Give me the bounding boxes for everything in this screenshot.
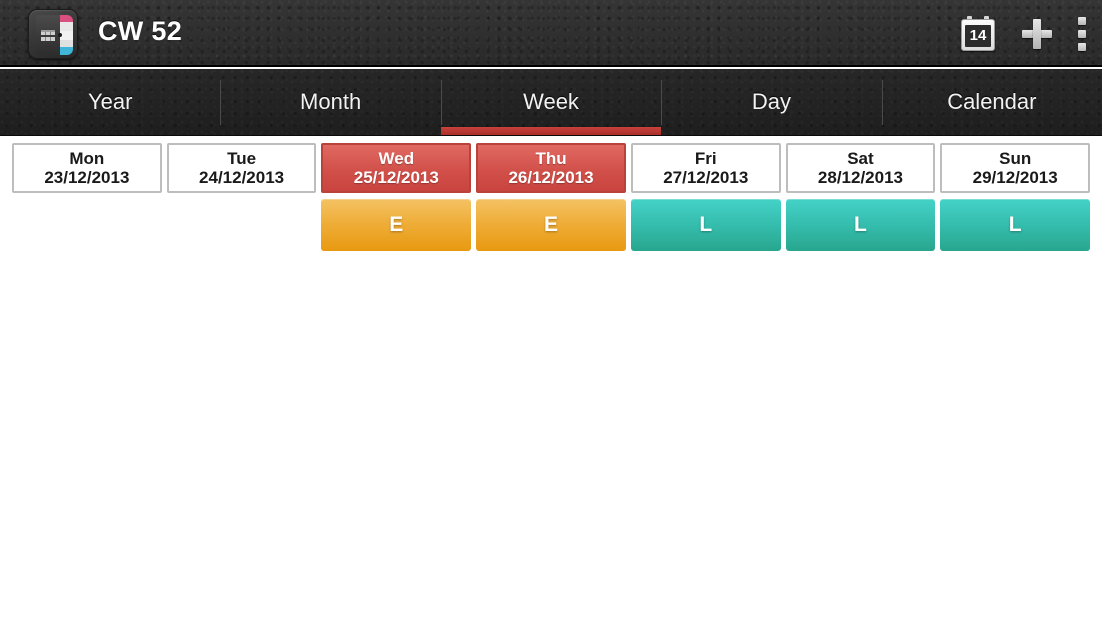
tab-week-label: Week xyxy=(523,89,579,114)
day-date-label: 24/12/2013 xyxy=(199,168,285,187)
shift-slot xyxy=(167,199,317,251)
title-bar-actions: 14 xyxy=(960,0,1088,67)
day-column: Tue 24/12/2013 xyxy=(166,143,317,251)
day-header[interactable]: Mon 23/12/2013 xyxy=(12,143,162,193)
day-date-label: 26/12/2013 xyxy=(508,168,594,187)
day-of-week-label: Fri xyxy=(694,148,717,168)
overflow-menu-icon xyxy=(1078,16,1088,51)
week-day-columns: Mon 23/12/2013 Tue 24/12/2013 Wed 25/12/2013 E… xyxy=(12,143,1091,251)
day-column: Sun 29/12/2013 L xyxy=(940,143,1091,251)
calendar-day-number: 14 xyxy=(965,24,991,47)
day-header[interactable]: Tue 24/12/2013 xyxy=(166,143,317,193)
day-of-week-label: Sat xyxy=(847,148,874,168)
shift-slot: L xyxy=(785,199,936,251)
shift-slot: E xyxy=(321,199,472,251)
tab-month[interactable]: Month xyxy=(220,69,440,135)
day-date-label: 27/12/2013 xyxy=(663,168,749,187)
app-root: CW 52 14 Year Month Week Day Calendar Mo… xyxy=(0,0,1102,620)
shift-slot xyxy=(12,199,162,251)
day-header[interactable]: Thu 26/12/2013 xyxy=(476,143,626,193)
shift-block[interactable]: L xyxy=(630,199,781,251)
calendar-icon: 14 xyxy=(960,15,996,52)
overflow-dot-3 xyxy=(1078,42,1086,51)
page-title: CW 52 xyxy=(98,16,183,46)
day-column: Thu 26/12/2013 E xyxy=(476,143,626,251)
overflow-dot-1 xyxy=(1078,16,1086,25)
add-icon xyxy=(1020,17,1054,51)
tab-month-label: Month xyxy=(300,89,362,114)
add-button[interactable] xyxy=(1020,17,1054,51)
day-column: Mon 23/12/2013 xyxy=(12,143,162,251)
shift-slot: L xyxy=(940,199,1091,251)
shift-block[interactable]: L xyxy=(785,199,936,251)
tab-year-label: Year xyxy=(87,89,133,114)
organizer-book-icon xyxy=(28,9,78,59)
day-header[interactable]: Fri 27/12/2013 xyxy=(630,143,781,193)
day-column: Wed 25/12/2013 E xyxy=(321,143,472,251)
book-clasp xyxy=(58,33,62,37)
shift-block[interactable]: L xyxy=(940,199,1091,251)
shift-block[interactable]: E xyxy=(476,199,626,251)
tab-week[interactable]: Week xyxy=(440,69,662,135)
overflow-dot-2 xyxy=(1078,29,1086,38)
day-date-label: 25/12/2013 xyxy=(353,168,439,187)
title-bar: CW 52 14 xyxy=(0,0,1102,67)
shift-slot: L xyxy=(630,199,781,251)
day-column: Sat 28/12/2013 L xyxy=(785,143,936,251)
day-of-week-label: Mon xyxy=(69,148,105,168)
tab-day-label: Day xyxy=(751,89,791,114)
shift-slot: E xyxy=(476,199,626,251)
calendar-grid-line xyxy=(41,35,55,37)
day-header[interactable]: Sun 29/12/2013 xyxy=(940,143,1091,193)
day-of-week-label: Sun xyxy=(999,148,1032,168)
day-of-week-label: Wed xyxy=(378,148,415,168)
tab-day[interactable]: Day xyxy=(661,69,881,135)
day-of-week-label: Tue xyxy=(227,148,257,168)
view-mode-tabs: Year Month Week Day Calendar xyxy=(0,69,1102,136)
tab-year[interactable]: Year xyxy=(0,69,220,135)
day-column: Fri 27/12/2013 L xyxy=(630,143,781,251)
overflow-menu-button[interactable] xyxy=(1078,16,1088,51)
week-view: Mon 23/12/2013 Tue 24/12/2013 Wed 25/12/2013 E… xyxy=(0,137,1102,620)
shift-block-empty xyxy=(167,199,317,251)
day-header[interactable]: Wed 25/12/2013 xyxy=(321,143,472,193)
day-header[interactable]: Sat 28/12/2013 xyxy=(785,143,936,193)
tab-calendar[interactable]: Calendar xyxy=(881,69,1102,135)
tab-calendar-label: Calendar xyxy=(947,89,1037,114)
day-of-week-label: Thu xyxy=(535,148,567,168)
day-date-label: 23/12/2013 xyxy=(44,168,130,187)
day-date-label: 29/12/2013 xyxy=(972,168,1058,187)
day-date-label: 28/12/2013 xyxy=(817,168,903,187)
calendar-button[interactable]: 14 xyxy=(960,15,996,52)
plus-vertical-bar xyxy=(1033,18,1041,49)
shift-block-empty xyxy=(12,199,162,251)
shift-block[interactable]: E xyxy=(321,199,472,251)
